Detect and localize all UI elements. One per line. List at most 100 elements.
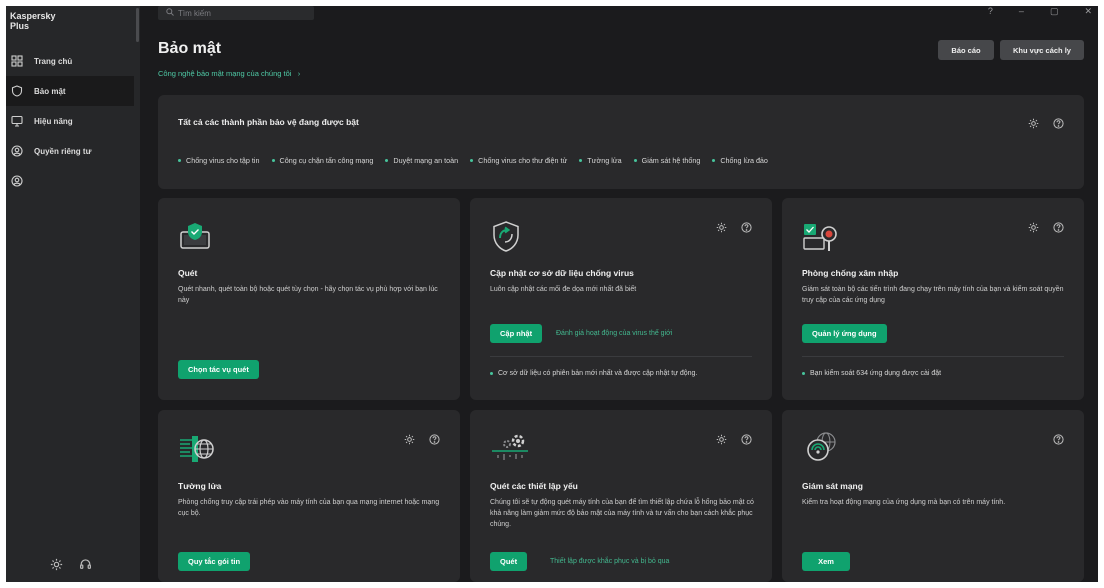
- component-item: Chống lừa đảo: [712, 156, 768, 165]
- card-divider: [802, 356, 1064, 357]
- sidebar-item-security[interactable]: Bảo mật: [6, 76, 134, 106]
- app-window: Kaspersky Plus Trang chủ Bảo mật Hiệu nă…: [6, 6, 1098, 582]
- network-tech-link-label: Công nghệ bảo mật mạng của chúng tôi: [158, 69, 292, 78]
- intrusion-description: Giám sát toàn bộ các tiến trình đang chạ…: [802, 286, 1064, 304]
- weak-settings-card: Quét các thiết lập yếu Chúng tôi sẽ tự đ…: [470, 410, 772, 582]
- component-item: Giám sát hệ thống: [633, 156, 700, 165]
- search-placeholder: Tìm kiếm: [178, 8, 211, 18]
- sidebar: Kaspersky Plus Trang chủ Bảo mật Hiệu nă…: [6, 6, 140, 582]
- minimize-button[interactable]: –: [1019, 6, 1024, 17]
- search-input[interactable]: Tìm kiếm: [158, 6, 314, 20]
- component-item: Chống virus cho tập tin: [178, 156, 260, 165]
- manage-apps-button[interactable]: Quản lý ứng dụng: [802, 324, 887, 343]
- component-item: Duyệt mạng an toàn: [385, 156, 458, 165]
- firewall-description: Phòng chống truy cập trái phép vào máy t…: [178, 499, 440, 517]
- sidebar-item-label: Hiệu năng: [34, 116, 73, 126]
- maximize-button[interactable]: ▢: [1050, 6, 1059, 17]
- quarantine-button[interactable]: Khu vực cách ly: [1000, 40, 1084, 60]
- help-icon[interactable]: [429, 432, 440, 450]
- privacy-icon: [10, 144, 24, 158]
- update-description: Luôn cập nhật các mối đe dọa mới nhất đã…: [490, 286, 637, 293]
- close-button[interactable]: ✕: [1084, 6, 1092, 17]
- settings-icon[interactable]: [1028, 220, 1039, 238]
- shield-icon: [10, 84, 24, 98]
- help-window-button[interactable]: ?: [988, 6, 993, 17]
- update-card: Cập nhật cơ sở dữ liệu chống virus Luôn …: [470, 198, 772, 400]
- card-divider: [490, 356, 752, 357]
- update-status: Cơ sở dữ liệu có phiên bản mới nhất và đ…: [490, 370, 697, 377]
- network-tech-link[interactable]: Công nghệ bảo mật mạng của chúng tôi ›: [158, 69, 300, 78]
- support-headset-icon[interactable]: [79, 558, 92, 576]
- sidebar-item-label: Quyền riêng tư: [34, 146, 92, 156]
- intrusion-tools: [1028, 220, 1064, 238]
- weak-settings-scan-button[interactable]: Quét: [490, 552, 528, 571]
- update-button[interactable]: Cập nhật: [490, 324, 543, 343]
- firewall-globe-icon: [178, 432, 218, 471]
- intrusion-title: Phòng chống xâm nhập: [802, 268, 899, 278]
- sidebar-item-performance[interactable]: Hiệu năng: [6, 106, 134, 136]
- choose-scan-task-button[interactable]: Chọn tác vụ quét: [178, 360, 259, 379]
- update-title: Cập nhật cơ sở dữ liệu chống virus: [490, 268, 634, 278]
- intrusion-prevention-card: Phòng chống xâm nhập Giám sát toàn bộ cá…: [782, 198, 1084, 400]
- weak-settings-description: Chúng tôi sẽ tự động quét máy tính của b…: [490, 499, 754, 528]
- sidebar-item-profile[interactable]: [6, 166, 134, 196]
- network-monitor-title: Giám sát mạng: [802, 481, 863, 491]
- intrusion-status-text: Bạn kiểm soát 634 ứng dụng được cài đặt: [810, 370, 942, 377]
- weak-settings-tools: [716, 432, 752, 450]
- packet-rules-button[interactable]: Quy tắc gói tin: [178, 552, 251, 571]
- component-item: Chống virus cho thư điện tử: [470, 156, 567, 165]
- component-item: Công cụ chặn tấn công mạng: [271, 156, 373, 165]
- shield-update-icon: [490, 220, 522, 259]
- view-network-button[interactable]: Xem: [802, 552, 850, 571]
- sidebar-item-home[interactable]: Trang chủ: [6, 46, 134, 76]
- help-icon[interactable]: [1053, 116, 1064, 134]
- help-icon[interactable]: [741, 432, 752, 450]
- user-icon: [10, 174, 24, 188]
- component-item: Tường lửa: [579, 156, 622, 165]
- sidebar-item-label: Trang chủ: [34, 56, 73, 66]
- report-button[interactable]: Báo cáo: [938, 40, 994, 60]
- window-controls: ? – ▢ ✕: [988, 6, 1092, 17]
- intrusion-status: Bạn kiểm soát 634 ứng dụng được cài đặt: [802, 370, 941, 377]
- protection-status-title: Tất cả các thành phần bảo vệ đang được b…: [178, 117, 359, 127]
- settings-icon[interactable]: [1028, 116, 1039, 134]
- firewall-card: Tường lửa Phòng chống truy cập trái phép…: [158, 410, 460, 582]
- scan-title: Quét: [178, 268, 198, 278]
- firewall-title: Tường lửa: [178, 481, 222, 491]
- fixed-ignored-settings-link[interactable]: Thiết lập được khắc phục và bị bỏ qua: [550, 558, 669, 565]
- weak-settings-title: Quét các thiết lập yếu: [490, 481, 578, 491]
- chevron-right-icon: ›: [293, 69, 301, 78]
- virus-activity-link[interactable]: Đánh giá hoạt động của virus thế giới: [556, 330, 672, 337]
- monitor-icon: [10, 114, 24, 128]
- network-monitor-card: Giám sát mạng Kiểm tra hoạt động mạng củ…: [782, 410, 1084, 582]
- help-icon[interactable]: [741, 220, 752, 238]
- scan-card: Quét Quét nhanh, quét toàn bộ hoặc quét …: [158, 198, 460, 400]
- settings-icon[interactable]: [50, 558, 63, 576]
- app-control-icon: [802, 220, 842, 259]
- settings-icon[interactable]: [716, 432, 727, 450]
- sidebar-nav: Trang chủ Bảo mật Hiệu năng Quyền riêng …: [6, 46, 134, 196]
- sidebar-item-privacy[interactable]: Quyền riêng tư: [6, 136, 134, 166]
- update-tools: [716, 220, 752, 238]
- status-tools: [1028, 116, 1064, 134]
- sidebar-scrollbar[interactable]: [136, 8, 139, 42]
- network-monitor-description: Kiểm tra hoạt động mạng của ứng dụng mà …: [802, 499, 1006, 506]
- brand-name: Kaspersky Plus: [10, 11, 56, 31]
- page-title: Bảo mật: [158, 40, 222, 57]
- component-list: Chống virus cho tập tin Công cụ chặn tấn…: [178, 156, 768, 165]
- network-tools: [1053, 432, 1064, 450]
- settings-icon[interactable]: [716, 220, 727, 238]
- update-status-text: Cơ sở dữ liệu có phiên bản mới nhất và đ…: [498, 370, 698, 377]
- sidebar-footer: [50, 558, 92, 576]
- firewall-tools: [404, 432, 440, 450]
- settings-icon[interactable]: [404, 432, 415, 450]
- network-monitor-icon: [802, 430, 842, 469]
- protection-status-panel: Tất cả các thành phần bảo vệ đang được b…: [158, 95, 1084, 189]
- laptop-scan-icon: [178, 220, 212, 257]
- sidebar-item-label: Bảo mật: [34, 86, 66, 96]
- weak-settings-gear-icon: [490, 430, 530, 469]
- home-grid-icon: [10, 54, 24, 68]
- search-icon: [166, 8, 178, 18]
- help-icon[interactable]: [1053, 220, 1064, 238]
- help-icon[interactable]: [1053, 432, 1064, 450]
